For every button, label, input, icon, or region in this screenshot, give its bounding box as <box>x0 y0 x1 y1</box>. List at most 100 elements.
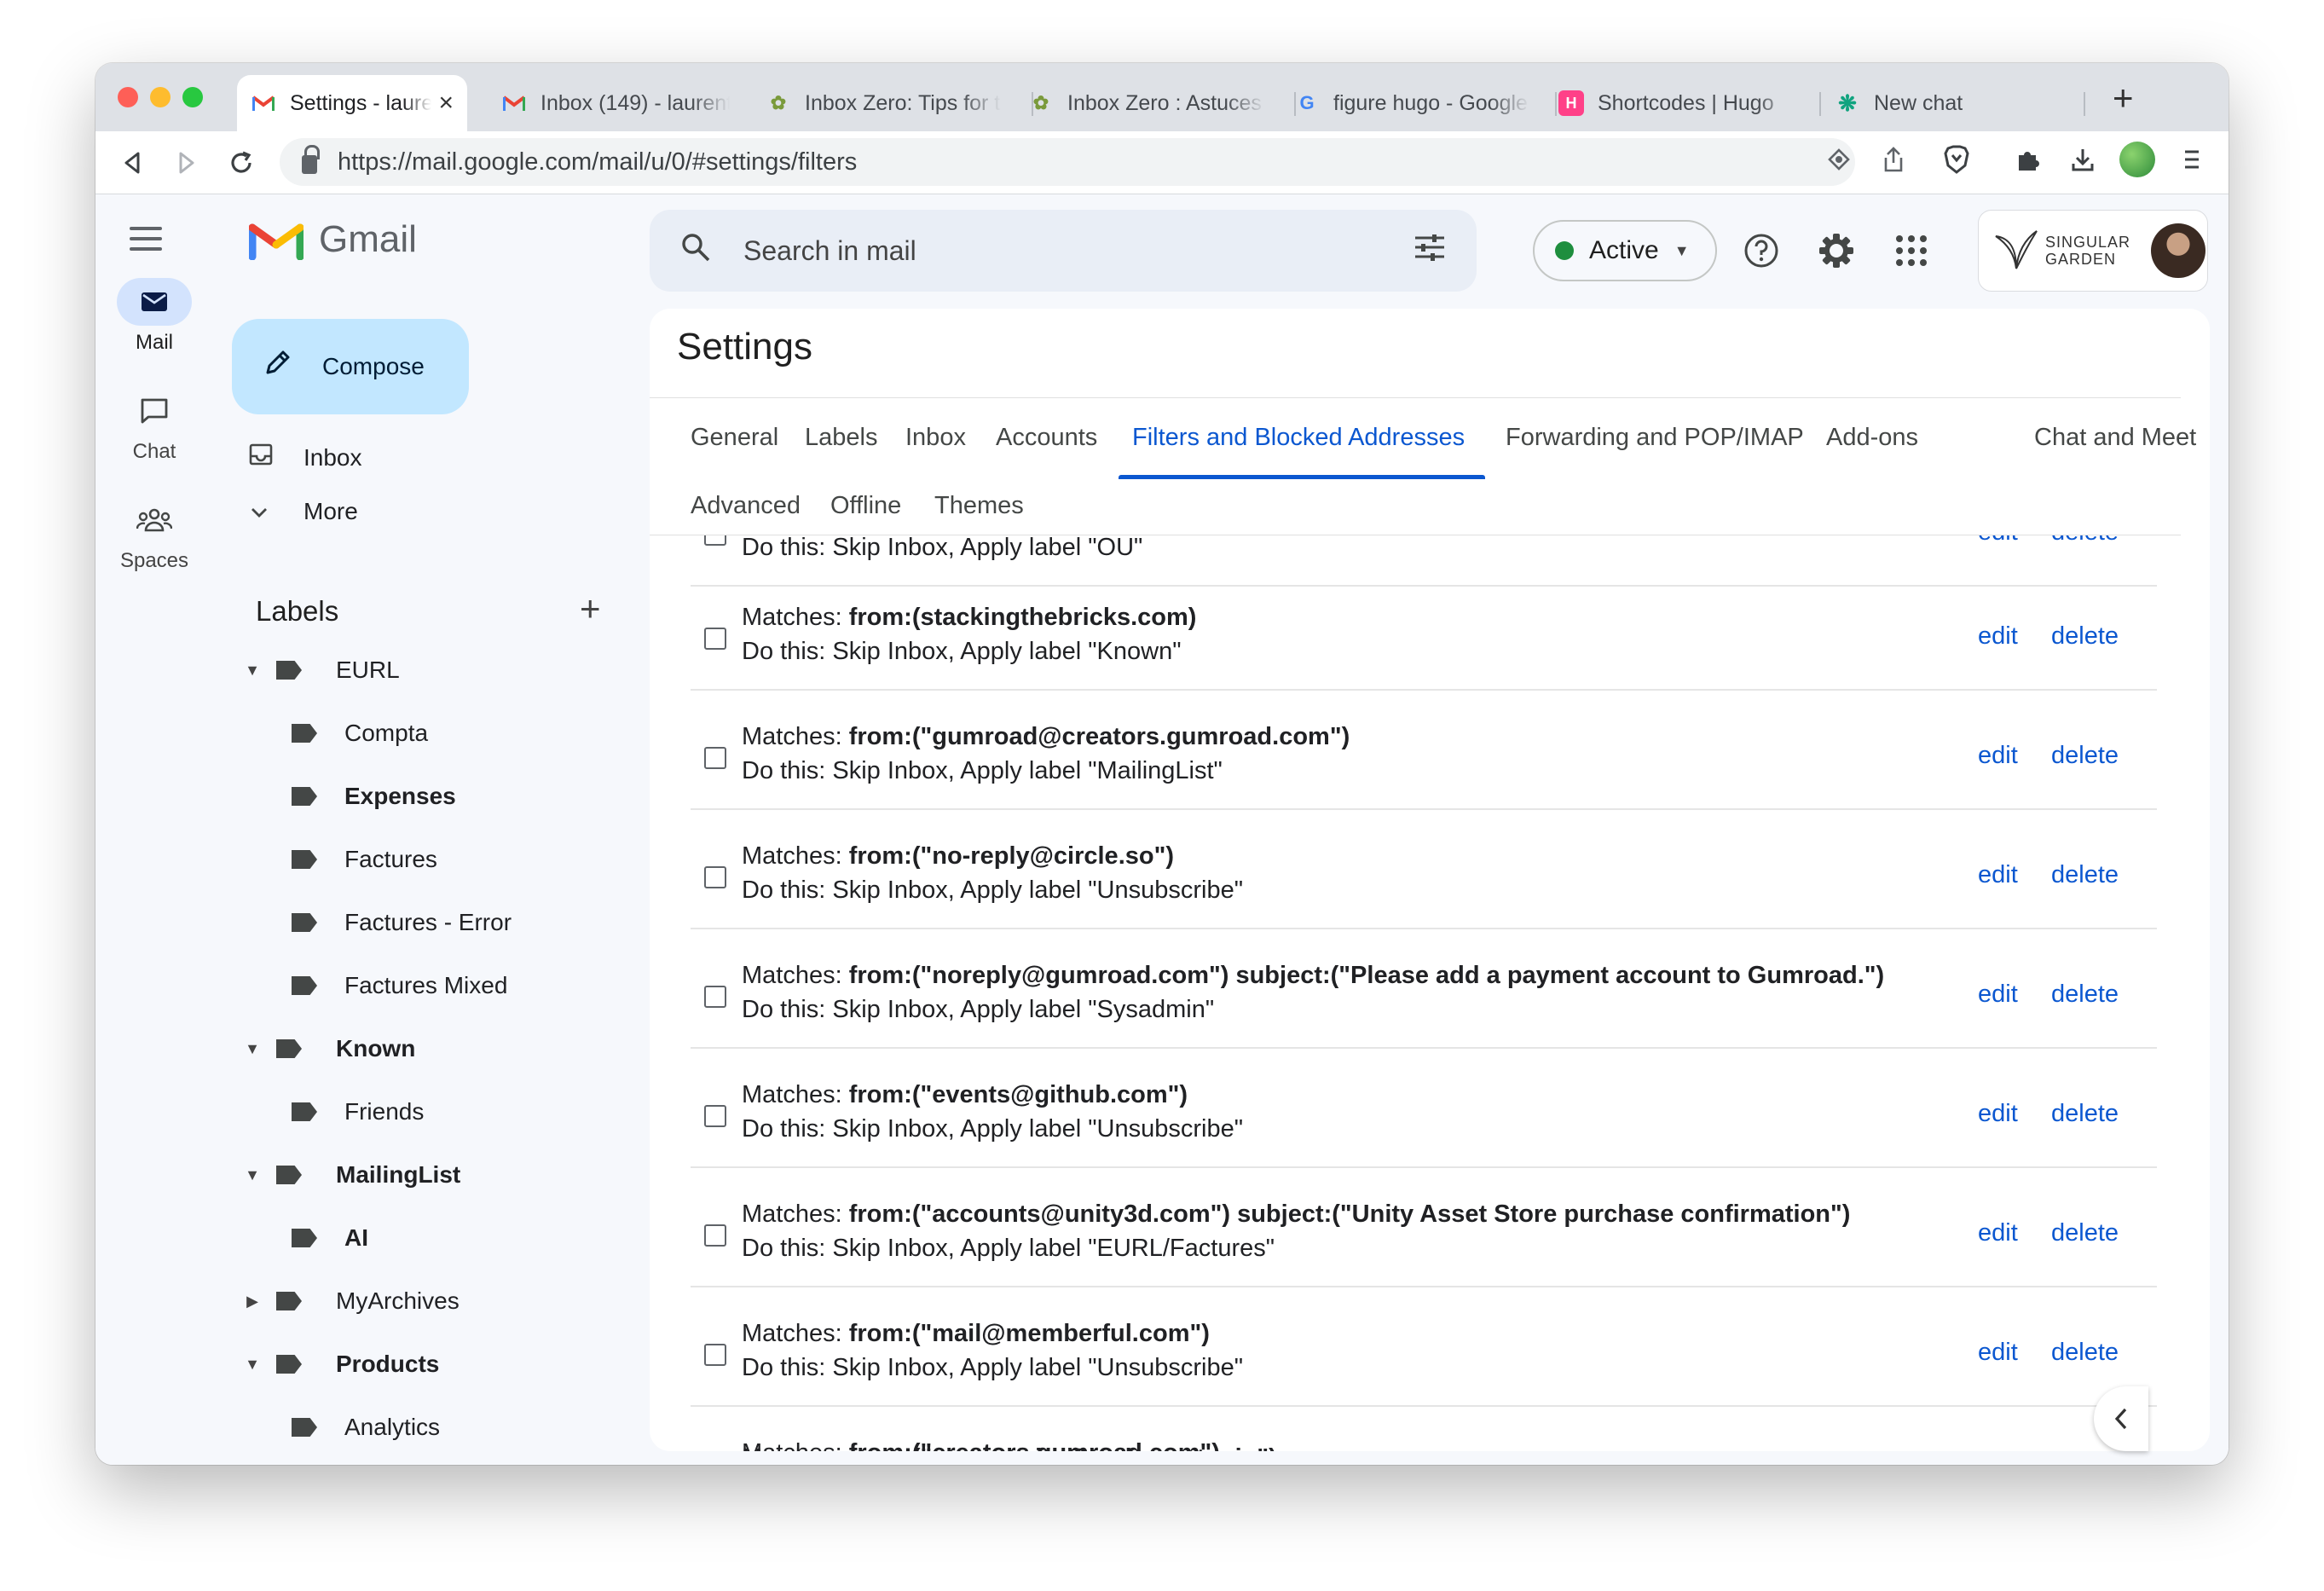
browser-tab-new-chat[interactable]: ❋ New chat <box>1821 75 2077 131</box>
filter-checkbox[interactable] <box>704 1344 726 1366</box>
avatar[interactable] <box>2151 223 2205 278</box>
account-switcher[interactable]: SINGULAR GARDEN <box>1978 210 2208 292</box>
maximize-window-button[interactable] <box>182 87 203 107</box>
label-name: Products <box>336 1351 440 1377</box>
delete-link[interactable]: delete <box>2051 1100 2119 1128</box>
new-tab-button[interactable]: + <box>2113 80 2134 116</box>
minimize-window-button[interactable] <box>150 87 171 107</box>
edit-link[interactable]: edit <box>1978 1219 2018 1247</box>
delete-link[interactable]: delete <box>2051 1219 2119 1247</box>
label-item[interactable]: ▼Products1 <box>240 1339 714 1390</box>
compose-button[interactable]: Compose <box>232 319 469 414</box>
label-item[interactable]: ▼MailingList49 <box>240 1149 714 1200</box>
tab-offline[interactable]: Offline <box>830 492 901 520</box>
nav-more[interactable]: More <box>240 498 358 525</box>
label-item[interactable]: AI1 <box>240 1212 714 1264</box>
label-item[interactable]: ▼Known28 <box>240 1023 714 1074</box>
tab-themes[interactable]: Themes <box>934 492 1024 520</box>
label-item[interactable]: ▼ EURL <box>240 645 714 696</box>
profile-avatar-icon[interactable] <box>2118 140 2157 179</box>
edit-link[interactable]: edit <box>1978 861 2018 889</box>
collapse-arrow-icon[interactable]: ▼ <box>240 1040 264 1058</box>
search-icon[interactable] <box>680 232 711 269</box>
tab-inbox[interactable]: Inbox <box>905 424 966 452</box>
browser-tab-settings[interactable]: Settings - lauren × <box>237 75 467 131</box>
label-item[interactable]: Factures - Error <box>240 897 714 948</box>
status-dropdown[interactable]: Active ▼ <box>1533 220 1717 281</box>
tab-filters[interactable]: Filters and Blocked Addresses <box>1132 424 1465 452</box>
filter-checkbox[interactable] <box>704 747 726 769</box>
settings-gear-icon[interactable] <box>1812 227 1860 275</box>
filter-checkbox[interactable] <box>704 628 726 650</box>
rail-chat[interactable]: Chat <box>116 387 193 464</box>
label-item[interactable]: Factures Mixed <box>240 960 714 1011</box>
close-window-button[interactable] <box>118 87 138 107</box>
brave-shield-icon[interactable] <box>1937 140 1976 179</box>
delete-link[interactable]: delete <box>2051 622 2119 651</box>
tab-advanced[interactable]: Advanced <box>691 492 801 520</box>
label-item[interactable]: Factures <box>240 834 714 885</box>
collapse-arrow-icon[interactable]: ▼ <box>240 1356 264 1374</box>
browser-tab-inbox-zero-astuces[interactable]: ✿ Inbox Zero : Astuces <box>1015 75 1279 131</box>
tab-forwarding[interactable]: Forwarding and POP/IMAP <box>1506 424 1804 452</box>
delete-link[interactable]: delete <box>2051 535 2119 547</box>
label-tag-icon <box>276 1166 302 1184</box>
edit-link[interactable]: edit <box>1978 1100 2018 1128</box>
label-item[interactable]: Analytics <box>240 1402 714 1453</box>
gmail-logo[interactable]: Gmail <box>249 218 417 261</box>
close-icon[interactable]: × <box>438 89 454 118</box>
rail-spaces[interactable]: Spaces <box>116 496 193 573</box>
filter-checkbox[interactable] <box>704 866 726 888</box>
delete-link[interactable]: delete <box>2051 861 2119 889</box>
filter-checkbox[interactable] <box>704 986 726 1008</box>
delete-link[interactable]: delete <box>2051 742 2119 770</box>
label-name: Factures Mixed <box>344 972 508 998</box>
search-options-icon[interactable] <box>1413 234 1446 268</box>
label-item[interactable]: Expenses1 <box>240 771 714 822</box>
edit-link[interactable]: edit <box>1978 622 2018 651</box>
main-menu-icon[interactable] <box>130 227 162 257</box>
download-icon[interactable] <box>2063 140 2102 179</box>
tab-chat-and-meet[interactable]: Chat and Meet <box>2034 424 2196 452</box>
label-item[interactable]: Compta <box>240 708 714 759</box>
browser-tab-inbox[interactable]: Inbox (149) - laurent <box>488 75 743 131</box>
back-icon[interactable] <box>111 142 153 184</box>
filter-checkbox[interactable] <box>704 1105 726 1127</box>
filter-checkbox[interactable] <box>704 535 726 546</box>
tab-accounts[interactable]: Accounts <box>996 424 1097 452</box>
tab-labels[interactable]: Labels <box>805 424 877 452</box>
edit-link[interactable]: edit <box>1978 981 2018 1009</box>
browser-tab-google-search[interactable]: G figure hugo - Google <box>1281 75 1543 131</box>
tab-addons[interactable]: Add-ons <box>1826 424 1918 452</box>
browser-tab-hugo-shortcodes[interactable]: H Shortcodes | Hugo <box>1545 75 1809 131</box>
reload-icon[interactable] <box>220 142 263 184</box>
rail-mail[interactable]: Mail <box>116 278 193 355</box>
nav-inbox[interactable]: Inbox <box>240 443 362 472</box>
delete-link[interactable]: delete <box>2051 1339 2119 1367</box>
browser-tab-inbox-zero-tips[interactable]: ✿ Inbox Zero: Tips for t <box>752 75 1015 131</box>
apps-grid-icon[interactable] <box>1888 227 1935 275</box>
tab-general[interactable]: General <box>691 424 778 452</box>
edit-link[interactable]: edit <box>1978 1339 2018 1367</box>
collapse-arrow-icon[interactable]: ▼ <box>240 1166 264 1184</box>
extensions-icon[interactable] <box>2009 140 2048 179</box>
edit-link[interactable]: edit <box>1978 535 2018 547</box>
delete-link[interactable]: delete <box>2051 981 2119 1009</box>
search-bar[interactable]: Search in mail <box>650 210 1477 292</box>
collapse-arrow-icon[interactable]: ▼ <box>240 662 264 680</box>
filter-checkbox[interactable] <box>704 1224 726 1247</box>
forward-icon[interactable] <box>165 142 208 184</box>
label-item[interactable]: Friends <box>240 1086 714 1137</box>
add-label-icon[interactable]: + <box>580 588 601 629</box>
address-bar[interactable]: https://mail.google.com/mail/u/0/#settin… <box>280 138 1855 186</box>
reader-mode-icon[interactable] <box>1819 140 1859 179</box>
menu-icon[interactable] <box>2172 140 2211 179</box>
share-icon[interactable] <box>1874 140 1913 179</box>
label-item[interactable]: ▶ MyArchives <box>240 1276 714 1327</box>
search-input[interactable]: Search in mail <box>743 235 1413 267</box>
criteria-text: from:(stackingthebricks.com) <box>848 604 1197 631</box>
help-icon[interactable] <box>1737 227 1785 275</box>
expand-arrow-icon[interactable]: ▶ <box>240 1293 264 1310</box>
tab-title: Shortcodes | Hugo <box>1598 90 1774 115</box>
edit-link[interactable]: edit <box>1978 742 2018 770</box>
